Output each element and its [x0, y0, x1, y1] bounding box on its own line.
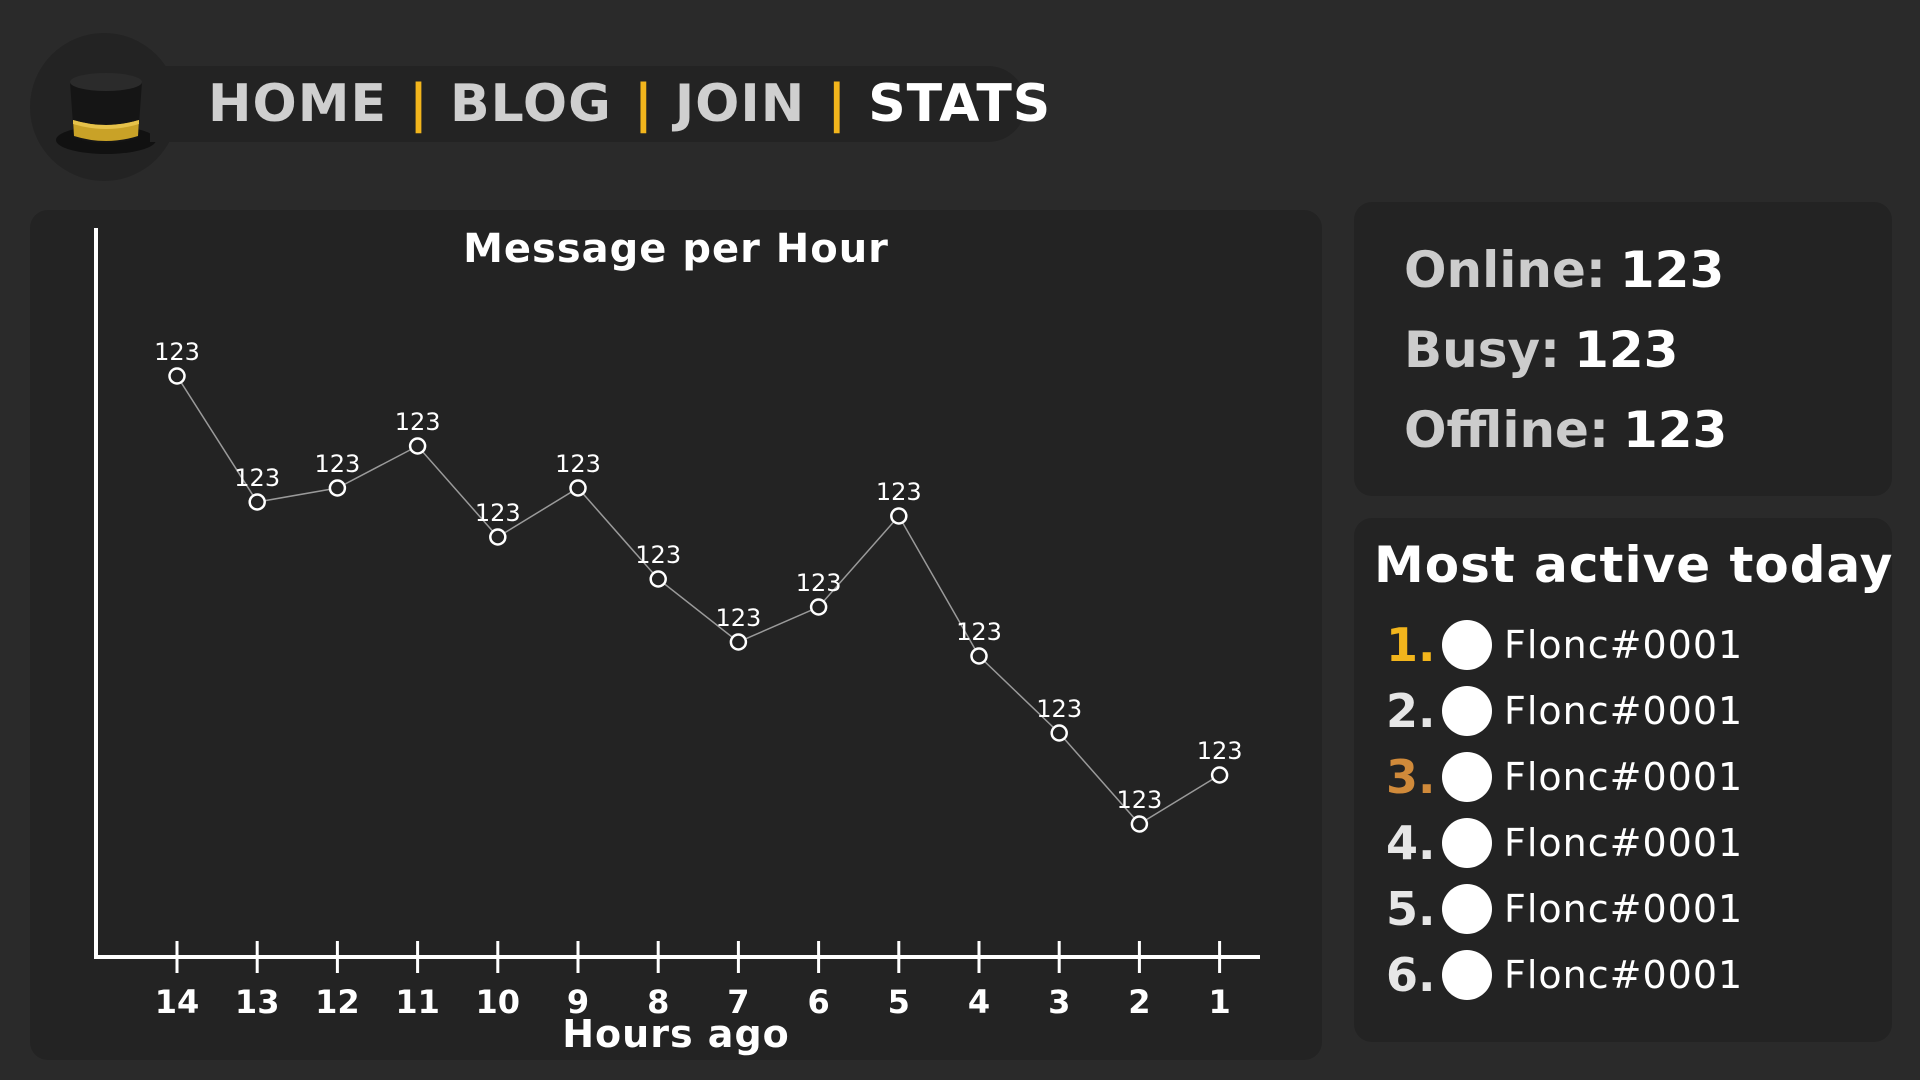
data-label: 123	[314, 450, 360, 478]
data-label: 123	[555, 450, 601, 478]
data-label: 123	[796, 569, 842, 597]
username: Flonc#0001	[1504, 689, 1744, 733]
data-point	[408, 437, 427, 455]
data-label: 123	[715, 604, 761, 632]
leaderboard-row[interactable]: 1. Flonc#0001	[1374, 612, 1892, 678]
data-label: 123	[154, 338, 200, 366]
data-point	[248, 493, 266, 511]
rank-number: 4.	[1386, 816, 1436, 870]
data-point	[890, 507, 908, 525]
user-avatar	[1442, 620, 1492, 670]
online-count: 123	[1619, 241, 1725, 299]
rank-number: 2.	[1386, 684, 1436, 738]
online-label: Online:	[1404, 241, 1606, 299]
main-nav: HOME | BLOG | JOIN | STATS	[150, 66, 1050, 142]
data-point	[1050, 724, 1068, 742]
most-active-panel: Most active today 1. Flonc#0001 2. Flonc…	[1354, 518, 1892, 1042]
busy-status-row: Busy: 123	[1404, 310, 1892, 390]
nav-separator: |	[409, 74, 428, 134]
username: Flonc#0001	[1504, 887, 1744, 931]
username: Flonc#0001	[1504, 821, 1744, 865]
data-label: 123	[234, 464, 280, 492]
data-point	[729, 633, 748, 651]
data-label: 123	[395, 408, 441, 436]
leaderboard-row[interactable]: 5. Flonc#0001	[1374, 876, 1892, 942]
offline-status-row: Offline: 123	[1404, 390, 1892, 470]
data-point	[489, 528, 507, 546]
data-point	[1130, 815, 1149, 833]
messages-line-chart: 14 13 12 11 10 9 8 7 6 5 4 3 2 1123123 123123123123123…	[94, 228, 1260, 1021]
nav-separator: |	[827, 74, 847, 134]
username: Flonc#0001	[1504, 623, 1744, 667]
nav-blog-link[interactable]: BLOG	[450, 74, 612, 134]
leaderboard-row[interactable]: 6. Flonc#0001	[1374, 942, 1892, 1008]
leaderboard-row[interactable]: 3. Flonc#0001	[1374, 744, 1892, 810]
nav-stats-link[interactable]: STATS	[868, 74, 1051, 134]
rank-number: 1.	[1386, 618, 1436, 672]
data-label: 123	[475, 499, 521, 527]
rank-number: 3.	[1386, 750, 1436, 804]
user-avatar	[1442, 686, 1492, 736]
x-axis-title: Hours ago	[562, 1012, 790, 1056]
busy-count: 123	[1574, 321, 1679, 379]
user-avatar	[1442, 818, 1492, 868]
nav-join-link[interactable]: JOIN	[675, 74, 805, 134]
data-point	[1210, 766, 1229, 784]
top-hat-icon	[56, 73, 156, 154]
data-point	[649, 570, 667, 588]
user-avatar	[1442, 752, 1492, 802]
leaderboard-row[interactable]: 2. Flonc#0001	[1374, 678, 1892, 744]
offline-label: Offline:	[1404, 401, 1609, 459]
data-label: 123	[635, 541, 681, 569]
messages-chart-panel: 14 13 12 11 10 9 8 7 6 5 4 3 2 1 123 123 123 123 123 123 123…	[30, 210, 1322, 1060]
busy-label: Busy:	[1404, 321, 1561, 379]
leaderboard-row[interactable]: 4. Flonc#0001	[1374, 810, 1892, 876]
offline-count: 123	[1622, 401, 1728, 459]
nav-separator: |	[633, 74, 653, 134]
data-point	[809, 598, 828, 616]
nav-home-link[interactable]: HOME	[208, 74, 387, 134]
data-label: 123	[1036, 695, 1082, 723]
username: Flonc#0001	[1504, 755, 1744, 799]
user-avatar	[1442, 950, 1492, 1000]
data-label: 123	[1116, 786, 1162, 814]
rank-number: 6.	[1386, 948, 1436, 1002]
data-point	[168, 367, 186, 385]
status-panel: Online: 123 Busy: 123 Offline: 123	[1354, 202, 1892, 496]
data-point	[328, 479, 347, 497]
online-status-row: Online: 123	[1404, 230, 1892, 310]
user-avatar	[1442, 884, 1492, 934]
data-label: 123	[956, 618, 1002, 646]
chart-title: Message per Hour	[463, 226, 889, 272]
series-line	[176, 375, 1220, 825]
data-point	[569, 479, 587, 497]
data-label: 123	[1197, 737, 1243, 765]
username: Flonc#0001	[1504, 953, 1744, 997]
most-active-title: Most active today	[1374, 536, 1894, 594]
data-point	[970, 647, 988, 665]
data-label: 123	[876, 478, 922, 506]
rank-number: 5.	[1386, 882, 1436, 936]
